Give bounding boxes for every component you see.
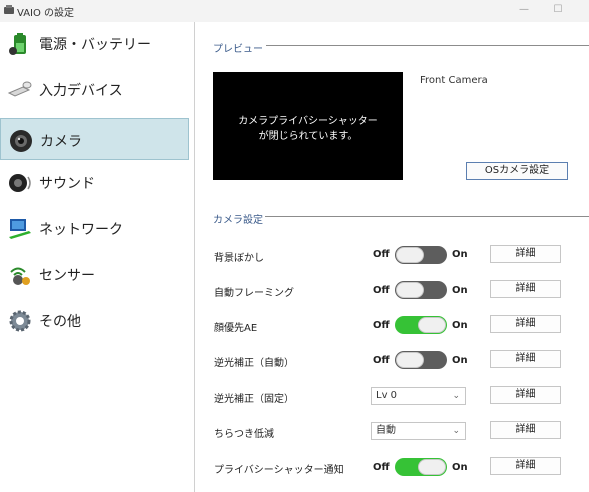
shutter-message-line2: が閉じられています。	[258, 131, 358, 142]
background-blur-detail-button[interactable]: 詳細	[490, 245, 561, 263]
camera-settings-section-title: カメラ設定	[213, 215, 263, 226]
setting-label-privacy-shutter-notification: プライバシーシャッター通知	[214, 465, 344, 476]
backlight-auto-detail-button[interactable]: 詳細	[490, 350, 561, 368]
setting-label-auto-framing: 自動フレーミング	[214, 288, 294, 299]
sidebar: 電源・バッテリー 入力デバイス カメラ サウンド ネットワーク センサー その他	[0, 22, 195, 492]
keyboard-mouse-icon	[7, 81, 32, 97]
toggle-knob	[396, 282, 424, 298]
camera-preview: カメラプライバシーシャッター が閉じられています。	[213, 72, 403, 180]
sidebar-item-other[interactable]: その他	[0, 299, 189, 341]
setting-label-backlight-auto: 逆光補正（自動）	[214, 358, 294, 369]
face-priority-ae-detail-button[interactable]: 詳細	[490, 315, 561, 333]
flicker-reduction-value: 自動	[376, 425, 396, 436]
section-divider	[266, 45, 589, 46]
on-label: On	[452, 355, 468, 366]
section-divider	[265, 216, 589, 217]
flicker-reduction-select[interactable]: 自動 ⌄	[371, 422, 466, 440]
sidebar-item-input-devices[interactable]: 入力デバイス	[0, 68, 189, 110]
auto-framing-toggle[interactable]	[395, 281, 447, 299]
privacy-shutter-notification-toggle[interactable]	[395, 458, 447, 476]
off-label: Off	[373, 320, 390, 331]
camera-icon	[10, 130, 32, 152]
setting-label-backlight-fixed: 逆光補正（固定）	[214, 394, 294, 405]
off-label: Off	[373, 355, 390, 366]
off-label: Off	[373, 249, 390, 260]
gear-icon	[9, 310, 31, 332]
chevron-down-icon: ⌄	[452, 426, 460, 436]
backlight-level-select[interactable]: Lv 0 ⌄	[371, 387, 466, 405]
setting-label-face-priority-ae: 顔優先AE	[214, 323, 258, 334]
chevron-down-icon: ⌄	[452, 391, 460, 401]
toggle-knob	[396, 352, 424, 368]
app-icon	[4, 5, 14, 14]
sidebar-item-label: 電源・バッテリー	[39, 37, 151, 53]
battery-icon	[9, 33, 26, 55]
toggle-knob	[418, 459, 446, 475]
face-priority-ae-toggle[interactable]	[395, 316, 447, 334]
sidebar-item-camera[interactable]: カメラ	[0, 118, 189, 160]
background-blur-toggle[interactable]	[395, 246, 447, 264]
sidebar-item-sound[interactable]: サウンド	[0, 161, 189, 203]
sidebar-item-label: その他	[39, 314, 81, 330]
off-label: Off	[373, 462, 390, 473]
setting-label-background-blur: 背景ぼかし	[214, 253, 264, 264]
preview-section-title: プレビュー	[213, 44, 263, 55]
sidebar-item-sensor[interactable]: センサー	[0, 253, 189, 295]
speaker-icon	[9, 174, 31, 192]
camera-name: Front Camera	[420, 75, 488, 86]
toggle-knob	[396, 247, 424, 263]
minimize-button[interactable]: —	[508, 0, 540, 22]
on-label: On	[452, 320, 468, 331]
title-bar: VAIO の設定 — ☐	[0, 0, 589, 22]
window-title: VAIO の設定	[17, 8, 75, 19]
shutter-message-line1: カメラプライバシーシャッター	[238, 116, 378, 127]
sidebar-item-label: 入力デバイス	[39, 83, 123, 99]
toggle-knob	[418, 317, 446, 333]
backlight-auto-toggle[interactable]	[395, 351, 447, 369]
setting-label-flicker-reduction: ちらつき低減	[214, 429, 274, 440]
sidebar-item-power-battery[interactable]: 電源・バッテリー	[0, 22, 189, 64]
sidebar-item-label: サウンド	[39, 176, 95, 192]
on-label: On	[452, 285, 468, 296]
sidebar-item-label: カメラ	[40, 134, 82, 150]
on-label: On	[452, 249, 468, 260]
flicker-reduction-detail-button[interactable]: 詳細	[490, 421, 561, 439]
sidebar-item-label: センサー	[39, 268, 95, 284]
network-icon	[9, 219, 31, 239]
backlight-level-value: Lv 0	[376, 390, 398, 401]
auto-framing-detail-button[interactable]: 詳細	[490, 280, 561, 298]
privacy-shutter-notification-detail-button[interactable]: 詳細	[490, 457, 561, 475]
sensor-icon	[10, 267, 30, 285]
sidebar-item-label: ネットワーク	[39, 222, 123, 238]
on-label: On	[452, 462, 468, 473]
os-camera-settings-button[interactable]: OSカメラ設定	[466, 162, 568, 180]
off-label: Off	[373, 285, 390, 296]
maximize-button[interactable]: ☐	[542, 0, 574, 22]
sidebar-item-network[interactable]: ネットワーク	[0, 207, 189, 249]
backlight-fixed-detail-button[interactable]: 詳細	[490, 386, 561, 404]
